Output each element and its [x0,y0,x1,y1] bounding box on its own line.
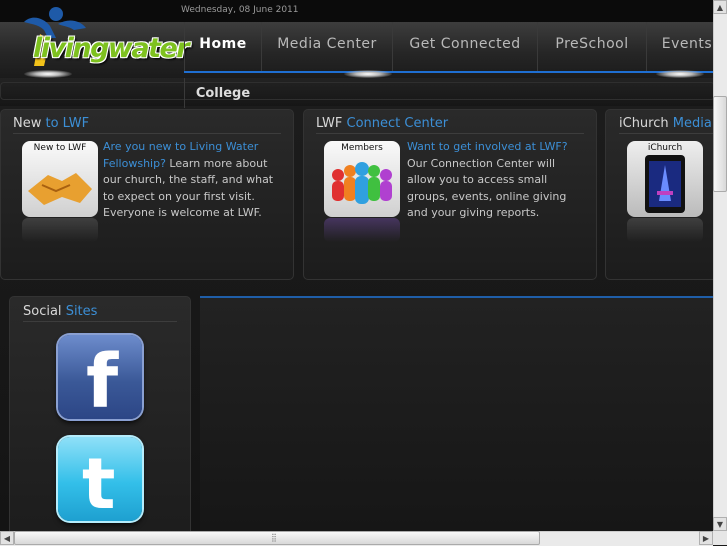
facebook-icon: f [86,339,119,425]
scrollbar-corner [713,531,727,545]
nav-home[interactable]: Home [184,22,261,72]
scroll-up-arrow-icon[interactable]: ▲ [713,0,727,14]
panel-title: Social Sites [23,304,98,319]
scroll-left-arrow-icon[interactable]: ◀ [0,531,14,545]
ichurch-icon[interactable]: iChurch [627,141,703,217]
header-light [656,70,704,78]
twitter-icon: t [82,443,116,525]
vertical-scroll-thumb[interactable] [713,96,727,192]
members-icon[interactable]: Members [324,141,400,217]
divider [316,133,584,134]
nav-media-center[interactable]: Media Center [261,22,392,72]
twitter-button[interactable]: t [58,437,142,525]
get-involved-link[interactable]: Want to get involved at LWF? [407,140,568,153]
scroll-down-arrow-icon[interactable]: ▼ [713,517,727,531]
horizontal-scroll-thumb[interactable]: ⣿ [14,531,540,545]
panel-description: Want to get involved at LWF? Our Connect… [407,140,568,219]
people-group-icon [332,162,392,204]
nav-get-connected[interactable]: Get Connected [392,22,537,72]
panel-title: LWF Connect Center [316,116,449,131]
page-viewport: Wednesday, 08 June 2011 livingwater Home… [0,0,713,531]
divider [619,133,713,134]
scroll-right-arrow-icon[interactable]: ▶ [699,531,713,545]
divider [13,133,281,134]
panel-title: iChurch Media [619,116,712,131]
main-content-area [200,296,713,531]
phone-church-icon [645,155,685,213]
logo-wordmark[interactable]: livingwater [33,33,190,64]
scroll-grip-icon: ⣿ [271,533,277,542]
icon-reflection [324,218,400,242]
panel-title: New to LWF [13,116,90,131]
nav-events[interactable]: Events [646,22,713,72]
new-to-lwf-icon[interactable]: New to LWF [22,141,98,217]
header-light [344,70,392,78]
icon-reflection [22,218,98,242]
icon-reflection [627,218,703,242]
vertical-scrollbar[interactable] [713,0,727,531]
divider [23,321,177,322]
handshake-icon [28,173,92,205]
current-date: Wednesday, 08 June 2011 [181,5,299,15]
nav-college[interactable]: College [184,78,261,108]
header-light [24,70,72,78]
nav-preschool[interactable]: PreSchool [537,22,646,72]
facebook-button[interactable]: f [58,335,142,425]
nav-row-frame [0,82,713,100]
panel-description: Are you new to Living Water Fellowship? … [103,140,274,219]
nav-underline [184,71,713,73]
